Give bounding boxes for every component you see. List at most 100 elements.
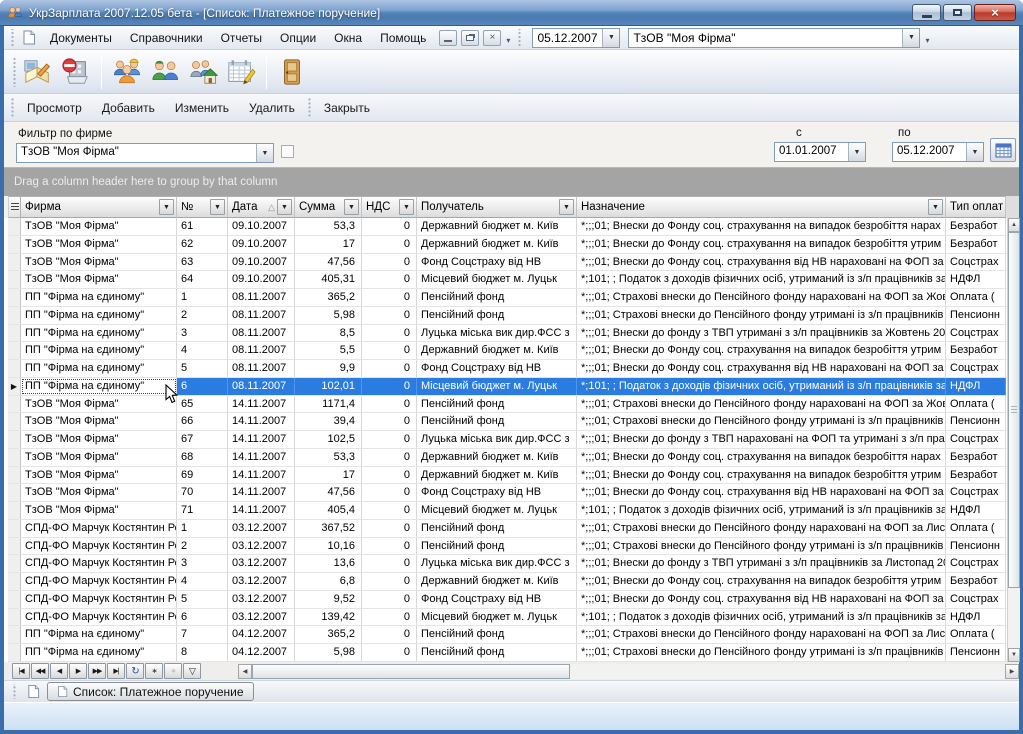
column-filter-icon[interactable]: ▼ bbox=[277, 199, 292, 215]
navigator-insert-icon[interactable]: ∗ bbox=[145, 663, 163, 679]
close-list-button[interactable]: Закрыть bbox=[314, 97, 380, 119]
table-row[interactable]: ПП "Фірма на єдиному"408.11.20075,50Держ… bbox=[8, 342, 1007, 360]
session-firm-combobox[interactable]: ТзОВ "Моя Фірма" ▼ bbox=[628, 28, 920, 48]
scroll-down-icon[interactable]: ▼ bbox=[1008, 648, 1020, 662]
column-header-2[interactable]: №▼ bbox=[177, 196, 228, 218]
person-house-icon[interactable] bbox=[184, 53, 222, 91]
table-row[interactable]: ПП "Фірма на єдиному"704.12.2007365,20Пе… bbox=[8, 626, 1007, 644]
chevron-down-icon[interactable]: ▼ bbox=[902, 29, 919, 47]
table-row[interactable]: ▶ПП "Фірма на єдиному"608.11.2007102,010… bbox=[8, 378, 1007, 396]
table-row[interactable]: ПП "Фірма на єдиному"208.11.20075,980Пен… bbox=[8, 307, 1007, 325]
column-header-5[interactable]: НДС▼ bbox=[362, 196, 417, 218]
toolbar-grip[interactable] bbox=[10, 98, 15, 117]
delete-button[interactable]: Удалить bbox=[239, 97, 305, 119]
minimize-button[interactable] bbox=[912, 4, 941, 21]
column-header-6[interactable]: Получатель▼ bbox=[417, 196, 577, 218]
new-document-icon[interactable] bbox=[19, 29, 39, 47]
restore-button[interactable] bbox=[943, 4, 972, 21]
table-row[interactable]: СПД-ФО Марчук Костянтин Ро503.12.20079,5… bbox=[8, 591, 1007, 609]
horizontal-scroll-thumb[interactable] bbox=[252, 664, 570, 679]
chevron-down-icon[interactable]: ▼ bbox=[602, 29, 619, 47]
table-row[interactable]: ТзОВ "Моя Фірма"6614.11.200739,40Пенсійн… bbox=[8, 413, 1007, 431]
column-header-8[interactable]: Тип оплаты bbox=[946, 196, 1006, 218]
toolbar-grip[interactable] bbox=[12, 56, 17, 86]
persons-icon[interactable] bbox=[146, 53, 184, 91]
calendar-edit-icon[interactable] bbox=[222, 53, 260, 91]
menu-item-2[interactable]: Справочники bbox=[121, 28, 212, 48]
navigator-prior-page-icon[interactable]: ◀◀ bbox=[31, 663, 49, 679]
column-header-7[interactable]: Назначение▼ bbox=[577, 196, 946, 218]
chevron-down-icon[interactable]: ▼ bbox=[966, 143, 983, 161]
mdi-close-icon[interactable]: × bbox=[483, 30, 501, 46]
navigator-refresh-icon[interactable]: ↻ bbox=[126, 663, 144, 679]
chevron-down-icon[interactable]: ▼ bbox=[256, 144, 273, 162]
table-row[interactable]: ПП "Фірма на єдиному"804.12.20075,980Пен… bbox=[8, 644, 1007, 662]
date-from-combobox[interactable]: 01.01.2007 ▼ bbox=[774, 142, 866, 162]
menu-item-3[interactable]: Отчеты bbox=[212, 28, 271, 48]
table-row[interactable]: ТзОВ "Моя Фірма"6209.10.2007170Державний… bbox=[8, 236, 1007, 254]
menu-item-6[interactable]: Помощь bbox=[371, 28, 435, 48]
table-row[interactable]: ПП "Фірма на єдиному"508.11.20079,90Фонд… bbox=[8, 360, 1007, 378]
employees-group-icon[interactable] bbox=[108, 53, 146, 91]
table-row[interactable]: СПД-ФО Марчук Костянтин Ро603.12.2007139… bbox=[8, 609, 1007, 627]
toolbar-overflow-icon[interactable]: ▾ bbox=[506, 36, 510, 45]
session-date-combobox[interactable]: 05.12.2007 ▼ bbox=[532, 28, 620, 48]
journal-icon[interactable] bbox=[19, 53, 57, 91]
table-row[interactable]: ТзОВ "Моя Фірма"6514.11.20071171,40Пенсі… bbox=[8, 396, 1007, 414]
mdi-minimize-icon[interactable] bbox=[439, 30, 457, 46]
navigator-filter-icon[interactable]: ▽ bbox=[183, 663, 201, 679]
table-row[interactable]: СПД-ФО Марчук Костянтин Ро403.12.20076,8… bbox=[8, 573, 1007, 591]
navigator-bookmark-icon[interactable]: ∗ bbox=[164, 663, 182, 679]
mdi-restore-icon[interactable] bbox=[461, 30, 479, 46]
table-row[interactable]: ТзОВ "Моя Фірма"7114.11.2007405,40Місцев… bbox=[8, 502, 1007, 520]
chevron-down-icon[interactable]: ▼ bbox=[848, 143, 865, 161]
navigator-first-icon[interactable]: |◀ bbox=[12, 663, 30, 679]
scroll-left-icon[interactable]: ◀ bbox=[238, 664, 252, 679]
vertical-scroll-thumb[interactable] bbox=[1008, 232, 1020, 588]
navigator-prior-icon[interactable]: ◀ bbox=[50, 663, 68, 679]
toolbar-grip[interactable] bbox=[10, 29, 15, 45]
toolbar-grip[interactable] bbox=[307, 98, 312, 117]
edit-button[interactable]: Изменить bbox=[165, 97, 239, 119]
tab-payment-orders-list[interactable]: Список: Платежное поручение bbox=[47, 682, 254, 701]
menu-item-4[interactable]: Опции bbox=[271, 28, 325, 48]
column-filter-icon[interactable]: ▼ bbox=[928, 199, 943, 215]
vertical-scrollbar[interactable]: ▲ ▼ bbox=[1007, 218, 1020, 662]
document-icon[interactable] bbox=[23, 683, 43, 701]
table-row[interactable]: ПП "Фірма на єдиному"308.11.20078,50Луць… bbox=[8, 325, 1007, 343]
column-filter-icon[interactable]: ▼ bbox=[559, 199, 574, 215]
column-filter-icon[interactable]: ▼ bbox=[159, 199, 174, 215]
view-button[interactable]: Просмотр bbox=[17, 97, 92, 119]
date-to-combobox[interactable]: 05.12.2007 ▼ bbox=[892, 142, 984, 162]
table-row[interactable]: СПД-ФО Марчук Костянтин Ро203.12.200710,… bbox=[8, 538, 1007, 556]
firm-filter-combobox[interactable]: ТзОВ "Моя Фірма" ▼ bbox=[16, 143, 274, 163]
scroll-up-icon[interactable]: ▲ bbox=[1008, 218, 1020, 232]
menu-item-5[interactable]: Окна bbox=[325, 28, 371, 48]
navigator-last-icon[interactable]: ▶| bbox=[107, 663, 125, 679]
menu-item-1[interactable]: Документы bbox=[41, 28, 121, 48]
column-filter-icon[interactable]: ▼ bbox=[210, 199, 225, 215]
column-filter-icon[interactable]: ▼ bbox=[399, 199, 414, 215]
calendar-button[interactable] bbox=[990, 138, 1016, 162]
column-header-3[interactable]: Дата△▼ bbox=[228, 196, 295, 218]
table-row[interactable]: ТзОВ "Моя Фірма"6714.11.2007102,50Луцька… bbox=[8, 431, 1007, 449]
group-by-bar[interactable]: Drag a column header here to group by th… bbox=[4, 167, 1019, 196]
table-row[interactable]: ТзОВ "Моя Фірма"7014.11.200747,560Фонд С… bbox=[8, 484, 1007, 502]
column-header-1[interactable]: Фирма▼ bbox=[21, 196, 177, 218]
close-period-icon[interactable] bbox=[57, 53, 95, 91]
table-row[interactable]: СПД-ФО Марчук Костянтин Ро103.12.2007367… bbox=[8, 520, 1007, 538]
toolbar-grip[interactable] bbox=[12, 684, 17, 699]
exit-door-icon[interactable] bbox=[273, 53, 311, 91]
scroll-right-icon[interactable]: ▶ bbox=[1005, 664, 1019, 679]
table-row[interactable]: ТзОВ "Моя Фірма"6109.10.200753,30Державн… bbox=[8, 218, 1007, 236]
column-header-4[interactable]: Сумма▼ bbox=[295, 196, 362, 218]
table-row[interactable]: ПП "Фірма на єдиному"108.11.2007365,20Пе… bbox=[8, 289, 1007, 307]
table-row[interactable]: ТзОВ "Моя Фірма"6914.11.2007170Державний… bbox=[8, 467, 1007, 485]
navigator-next-page-icon[interactable]: ▶▶ bbox=[88, 663, 106, 679]
close-button[interactable]: × bbox=[974, 4, 1016, 21]
table-row[interactable]: ТзОВ "Моя Фірма"6409.10.2007405,310Місце… bbox=[8, 271, 1007, 289]
table-row[interactable]: ТзОВ "Моя Фірма"6309.10.200747,560Фонд С… bbox=[8, 254, 1007, 272]
filter-checkbox[interactable] bbox=[281, 145, 294, 158]
navigator-next-icon[interactable]: ▶ bbox=[69, 663, 87, 679]
column-filter-icon[interactable]: ▼ bbox=[344, 199, 359, 215]
